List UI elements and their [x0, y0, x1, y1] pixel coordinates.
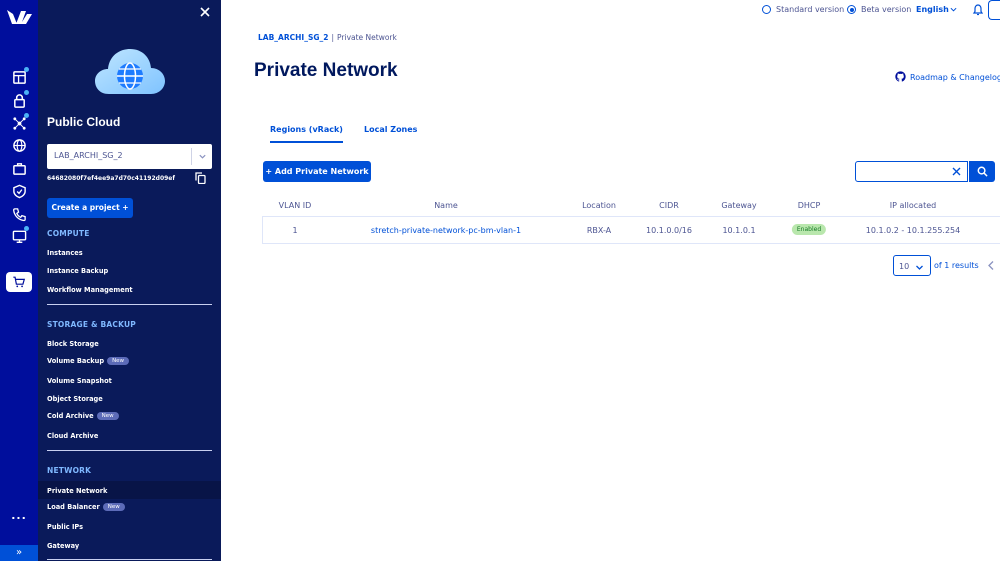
network-nodes-icon[interactable] [9, 113, 29, 133]
chevron-down-icon[interactable] [950, 6, 957, 13]
close-icon[interactable] [198, 5, 212, 19]
per-page-value: 10 [899, 262, 910, 271]
breadcrumb-project-link[interactable]: LAB_ARCHI_SG_2 [258, 33, 328, 42]
section-title-storage: STORAGE & BACKUP [47, 320, 137, 329]
account-button[interactable] [988, 0, 1000, 20]
phone-icon[interactable] [9, 204, 29, 224]
column-header-gateway[interactable]: Gateway [721, 201, 756, 210]
monitor-icon[interactable] [9, 226, 29, 246]
section-divider [47, 304, 212, 305]
notification-dot [24, 113, 29, 118]
sidebar-item-volume-backup[interactable]: Volume Backup New [47, 357, 130, 365]
bell-icon[interactable] [972, 3, 984, 16]
sidebar-item-label: Load Balancer [47, 503, 100, 511]
github-icon [895, 71, 906, 82]
column-header-ip-allocated[interactable]: IP allocated [890, 201, 936, 210]
cell-gateway: 10.1.0.1 [722, 226, 756, 235]
notification-dot [24, 67, 29, 72]
section-title-compute: COMPUTE [47, 229, 90, 238]
dashboard-icon[interactable] [9, 67, 29, 87]
close-icon[interactable] [951, 166, 962, 177]
tab-local-zones[interactable]: Local Zones [364, 125, 417, 134]
project-id: 64682080f7ef4ee9a7d70c41192d09ef [47, 175, 175, 182]
language-selector[interactable]: English [916, 5, 949, 14]
roadmap-changelog-link[interactable]: Roadmap & Changelog [895, 71, 1000, 82]
beta-version-label[interactable]: Beta version [861, 5, 911, 14]
column-header-cidr[interactable]: CIDR [659, 201, 679, 210]
standard-version-label[interactable]: Standard version [776, 5, 844, 14]
sidebar-item-workflow-management[interactable]: Workflow Management [47, 286, 133, 294]
sidebar-item-cloud-archive[interactable]: Cloud Archive [47, 432, 98, 440]
notification-dot [24, 90, 29, 95]
lock-icon[interactable] [9, 90, 29, 110]
breadcrumb-separator: | [331, 33, 335, 42]
column-header-location[interactable]: Location [582, 201, 616, 210]
sidebar-item-label: Volume Backup [47, 357, 105, 365]
sidebar-title: Public Cloud [47, 115, 121, 129]
sidebar-item-volume-snapshot[interactable]: Volume Snapshot [47, 377, 112, 385]
project-select-value: LAB_ARCHI_SG_2 [54, 151, 123, 160]
results-count: of 1 results [934, 261, 979, 270]
status-badge: Enabled [791, 224, 827, 235]
shield-icon[interactable] [9, 181, 29, 201]
sidebar-item-load-balancer[interactable]: Load Balancer New [47, 503, 125, 511]
project-select[interactable]: LAB_ARCHI_SG_2 [47, 144, 212, 169]
sidebar-item-object-storage[interactable]: Object Storage [47, 395, 103, 403]
cell-name-link[interactable]: stretch-private-network-pc-bm-vlan-1 [371, 226, 521, 235]
page-title: Private Network [254, 60, 398, 81]
cell-location: RBX-A [586, 226, 612, 235]
tab-bar: Regions (vRack) Local Zones [262, 118, 1000, 143]
sidebar-item-public-ips[interactable]: Public IPs [47, 523, 83, 531]
sidebar-item-instances[interactable]: Instances [47, 249, 83, 257]
add-private-network-button[interactable]: + Add Private Network [263, 161, 371, 182]
chevron-down-icon [916, 265, 923, 270]
sidebar-item-block-storage[interactable]: Block Storage [47, 340, 99, 348]
shopping-cart-icon[interactable] [6, 272, 32, 292]
cell-cidr: 10.1.0.0/16 [646, 226, 692, 235]
sidebar-item-label: Cold Archive [47, 412, 94, 420]
icon-rail: ... » [0, 0, 38, 561]
globe-icon[interactable] [9, 135, 29, 155]
section-divider [47, 450, 212, 451]
new-badge: New [107, 357, 130, 365]
select-separator [191, 148, 192, 165]
search-button[interactable] [969, 161, 995, 182]
section-title-network: NETWORK [47, 466, 92, 475]
chevron-down-icon [199, 154, 206, 159]
sidebar-item-cold-archive[interactable]: Cold Archive New [47, 412, 119, 420]
sidebar-item-gateway[interactable]: Gateway [47, 542, 79, 550]
ovhcloud-logo[interactable] [5, 8, 33, 26]
topbar: Standard version Beta version English [221, 0, 1000, 20]
column-header-vlan-id[interactable]: VLAN ID [279, 201, 312, 210]
sidebar-item-private-network[interactable]: Private Network [47, 487, 107, 495]
sidebar: Public Cloud LAB_ARCHI_SG_2 64682080f7ef… [38, 0, 221, 561]
chevron-left-icon[interactable] [986, 260, 995, 271]
standard-version-radio[interactable] [762, 5, 771, 14]
tab-regions-vrack[interactable]: Regions (vRack) [270, 125, 343, 143]
copy-icon[interactable] [195, 172, 206, 184]
new-badge: New [102, 503, 125, 511]
column-header-name[interactable]: Name [434, 201, 458, 210]
breadcrumb-current: Private Network [337, 33, 397, 42]
per-page-select[interactable]: 10 [893, 255, 931, 276]
notification-dot [24, 226, 29, 231]
cell-vlan-id: 1 [292, 226, 298, 235]
roadmap-label: Roadmap & Changelog [910, 73, 1000, 82]
search-icon [977, 166, 988, 177]
column-header-dhcp[interactable]: DHCP [798, 201, 821, 210]
create-project-button[interactable]: Create a project + [47, 198, 133, 218]
more-menu-button[interactable]: ... [0, 509, 38, 522]
new-badge: New [96, 412, 119, 420]
beta-version-radio[interactable] [847, 5, 856, 14]
briefcase-icon[interactable] [9, 158, 29, 178]
section-divider [47, 559, 212, 560]
sidebar-item-instance-backup[interactable]: Instance Backup [47, 267, 108, 275]
expand-sidebar-button[interactable]: » [0, 545, 38, 561]
public-cloud-illustration [95, 49, 165, 94]
breadcrumb: LAB_ARCHI_SG_2 | Private Network [258, 33, 397, 42]
cell-ip-allocated: 10.1.0.2 - 10.1.255.254 [865, 226, 961, 235]
